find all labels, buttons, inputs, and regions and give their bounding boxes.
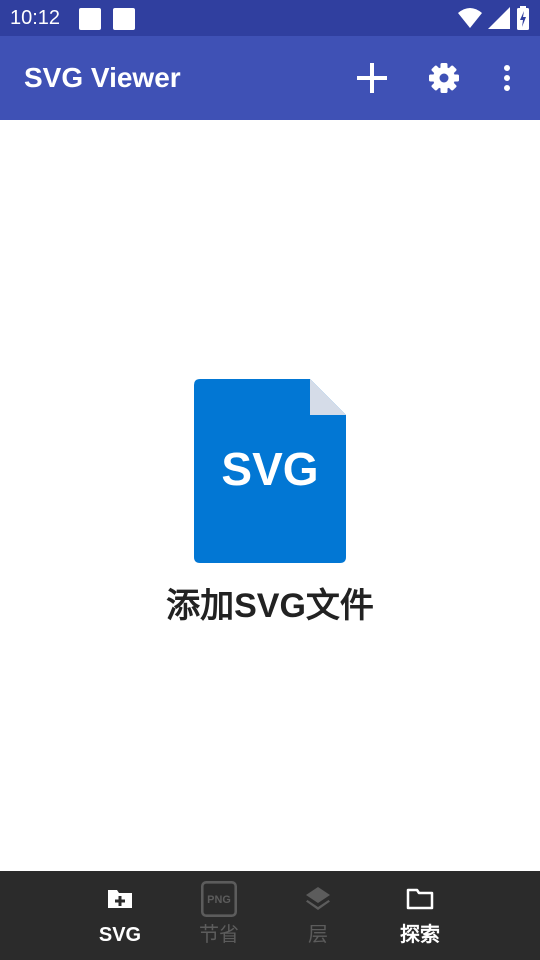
nav-item-explore[interactable]: 探索 [370,871,470,960]
add-icon [357,63,387,93]
status-bar: 10:12 [0,0,540,36]
nav-label-save: 节省 [199,924,239,946]
empty-state: SVG 添加SVG文件 [0,120,540,871]
cell-signal-icon [488,7,510,29]
png-icon: PNG [201,881,237,917]
svg-text:PNG: PNG [207,894,231,906]
add-button[interactable] [352,58,392,98]
wifi-icon [458,8,482,28]
app-title: SVG Viewer [24,62,181,93]
nav-label-svg: SVG [98,924,142,946]
nav-item-svg[interactable]: SVG [70,871,170,960]
more-options-button[interactable] [487,58,527,98]
svg-file-icon[interactable]: SVG [194,379,346,563]
nav-label-explore: 探索 [400,924,440,946]
nav-item-save[interactable]: PNG 节省 [169,871,269,960]
folder-add-icon [108,890,132,908]
notification-icon [79,8,101,30]
nav-label-layers: 层 [308,924,328,946]
bottom-navigation: SVG PNG 节省 层 探索 [0,871,540,960]
nav-item-layers[interactable]: 层 [268,871,368,960]
status-icons [458,6,530,30]
settings-icon [429,63,459,93]
battery-charging-icon [517,6,529,30]
app-bar: SVG Viewer [0,36,540,120]
svg-file-icon-text: SVG [221,443,318,495]
folder-icon [406,888,434,910]
settings-button[interactable] [424,58,464,98]
layers-icon [306,887,330,910]
notification-icon [113,8,135,30]
status-time: 10:12 [10,7,61,29]
add-svg-file-label[interactable]: 添加SVG文件 [0,585,540,627]
more-vertical-icon [504,65,510,91]
